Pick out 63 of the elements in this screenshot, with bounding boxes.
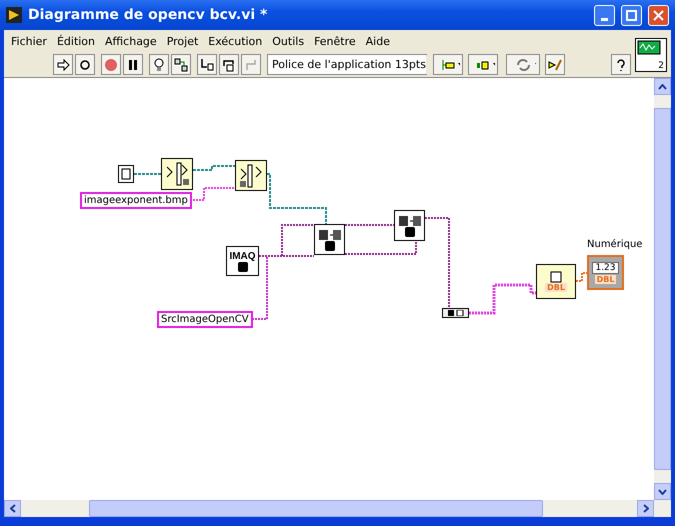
- step-out-icon: [244, 58, 258, 72]
- maximize-icon: [626, 10, 637, 20]
- indicator-value: 1.23: [592, 262, 619, 274]
- step-over-button[interactable]: [219, 54, 239, 75]
- lightbulb-icon: [152, 58, 166, 72]
- scroll-down-button[interactable]: [654, 483, 671, 500]
- wire: [469, 284, 536, 314]
- align-button[interactable]: [433, 54, 463, 75]
- menu-item[interactable]: Projet: [162, 34, 204, 48]
- broom-icon: [548, 58, 562, 72]
- pause-icon: [126, 58, 140, 72]
- connector-count: 2: [658, 61, 664, 71]
- node-glyph-icon: [238, 262, 248, 272]
- font-dropdown[interactable]: Police de l'application 13pts: [267, 54, 427, 75]
- cycle-icon: [78, 58, 92, 72]
- scroll-up-button[interactable]: [654, 78, 671, 95]
- probe-icon: [174, 58, 188, 72]
- connector-pane[interactable]: 2: [635, 38, 667, 72]
- help-button[interactable]: [611, 54, 631, 75]
- close-button[interactable]: [648, 4, 669, 26]
- scroll-right-button[interactable]: [637, 500, 654, 517]
- scroll-left-button[interactable]: [4, 500, 21, 517]
- distribute-button[interactable]: [468, 54, 498, 75]
- menu-item[interactable]: Fichier: [6, 34, 52, 48]
- stop-icon: [104, 58, 118, 72]
- retain-values-button[interactable]: [171, 54, 191, 75]
- wire: [193, 165, 235, 171]
- arrow-icon: [56, 58, 70, 72]
- clean-up-button[interactable]: [545, 54, 565, 75]
- maximize-button[interactable]: [621, 4, 642, 26]
- wire: [134, 173, 161, 175]
- reorder-button[interactable]: [506, 54, 540, 75]
- close-icon: [653, 10, 664, 20]
- menu-item[interactable]: Aide: [360, 34, 395, 48]
- app-icon: [6, 7, 22, 23]
- menu-item[interactable]: Outils: [267, 34, 310, 48]
- indicator-type: DBL: [594, 274, 616, 284]
- output-type: DBL: [545, 283, 567, 292]
- menu-item[interactable]: Exécution: [203, 34, 268, 48]
- string-constant: SrcImageOpenCV: [157, 311, 253, 328]
- file-icon: [121, 168, 131, 180]
- run-button[interactable]: [53, 54, 73, 75]
- run-continuously-button[interactable]: [75, 54, 95, 75]
- menu-item[interactable]: Fenêtre: [309, 34, 361, 48]
- string-constant: imageexponent.bmp: [80, 192, 192, 209]
- step-over-icon: [222, 58, 236, 72]
- wire: [345, 224, 394, 226]
- window-title: Diagramme de opencv bcv.vi *: [28, 7, 268, 23]
- highlight-button[interactable]: [149, 54, 169, 75]
- step-into-button[interactable]: [197, 54, 217, 75]
- step-into-icon: [200, 58, 214, 72]
- image-convert-icon: [398, 214, 422, 226]
- menu-item[interactable]: Affichage: [100, 34, 162, 48]
- image-convert-icon: [318, 228, 342, 240]
- pause-button[interactable]: [123, 54, 143, 75]
- conversion-icon: [446, 310, 466, 316]
- node-glyph-icon: [404, 226, 414, 236]
- menu-item[interactable]: Édition: [52, 34, 100, 48]
- minimize-icon: [601, 18, 608, 20]
- node-glyph-icon: [324, 240, 334, 250]
- node-label: IMAQ: [229, 250, 256, 262]
- indicator-label: Numérique: [587, 239, 642, 250]
- minimize-button[interactable]: [594, 4, 615, 26]
